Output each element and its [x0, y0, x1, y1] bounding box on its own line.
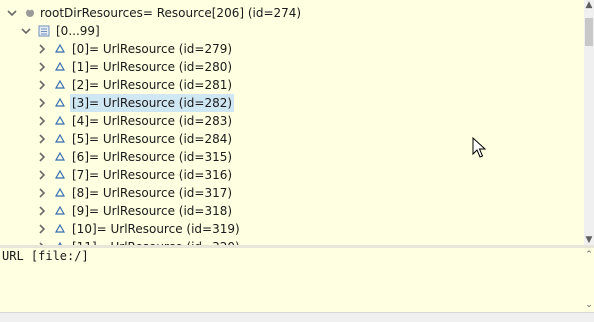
tree-item-label: [9]= UrlResource (id=318) [72, 204, 233, 218]
tree-item-row[interactable]: [2]= UrlResource (id=281) [0, 76, 584, 94]
tree-item-row[interactable]: [8]= UrlResource (id=317) [0, 184, 584, 202]
tree-item-row[interactable]: [7]= UrlResource (id=316) [0, 166, 584, 184]
triangle-icon [54, 166, 66, 184]
tree-item-label: [1]= UrlResource (id=280) [72, 60, 233, 74]
triangle-icon [54, 112, 66, 130]
triangle-icon [54, 148, 66, 166]
detail-vertical-scrollbar[interactable]: ⌃ ⌄ [584, 248, 594, 312]
field-icon [24, 4, 36, 22]
tree-item-label: [4]= UrlResource (id=283) [72, 114, 233, 128]
chevron-right-icon[interactable] [36, 202, 48, 220]
triangle-icon [54, 76, 66, 94]
triangle-icon [54, 130, 66, 148]
chevron-right-icon[interactable] [36, 112, 48, 130]
tree-item-label: [5]= UrlResource (id=284) [72, 132, 233, 146]
tree-item-label: [0]= UrlResource (id=279) [72, 42, 233, 56]
tree-label-root: rootDirResources= Resource[206] (id=274) [40, 6, 302, 20]
triangle-icon [54, 58, 66, 76]
tree-item-row[interactable]: [1]= UrlResource (id=280) [0, 58, 584, 76]
tree-row-root[interactable]: rootDirResources= Resource[206] (id=274) [0, 4, 584, 22]
detail-text[interactable]: URL [file:/] [2, 249, 89, 263]
chevron-right-icon[interactable] [36, 148, 48, 166]
chevron-right-icon[interactable] [36, 184, 48, 202]
chevron-down-icon[interactable] [20, 22, 32, 40]
chevron-right-icon[interactable] [36, 220, 48, 238]
tree-item-label: [2]= UrlResource (id=281) [72, 78, 233, 92]
chevron-right-icon[interactable] [36, 94, 48, 112]
tree-item-row[interactable]: [0]= UrlResource (id=279) [0, 40, 584, 58]
tree-item-row[interactable]: [6]= UrlResource (id=315) [0, 148, 584, 166]
triangle-icon [54, 220, 66, 238]
tree-item-row[interactable]: [10]= UrlResource (id=319) [0, 220, 584, 238]
triangle-icon [54, 94, 66, 112]
tree-item-row[interactable]: [9]= UrlResource (id=318) [0, 202, 584, 220]
scroll-down-icon[interactable]: ⌄ [584, 300, 594, 310]
tree-item-label: [10]= UrlResource (id=319) [72, 222, 240, 236]
chevron-right-icon[interactable] [36, 58, 48, 76]
chevron-right-icon[interactable] [36, 40, 48, 58]
tree-item-row[interactable]: [11]= UrlResource (id=320) [0, 238, 584, 245]
tree-item-row[interactable]: [5]= UrlResource (id=284) [0, 130, 584, 148]
tree-label-group: [0...99] [56, 24, 100, 38]
triangle-icon [54, 184, 66, 202]
scroll-up-icon[interactable]: ▲ [584, 0, 594, 10]
variables-tree[interactable]: rootDirResources= Resource[206] (id=274)… [0, 0, 584, 245]
chevron-down-icon[interactable] [6, 4, 18, 22]
chevron-right-icon[interactable] [36, 130, 48, 148]
tree-item-label: [3]= UrlResource (id=282) [70, 94, 235, 112]
tree-item-label: [11]= UrlResource (id=320) [70, 238, 242, 245]
tree-item-label: [6]= UrlResource (id=315) [72, 150, 233, 164]
triangle-icon [54, 238, 66, 245]
tree-row-group[interactable]: [0...99] [0, 22, 584, 40]
tree-vertical-scrollbar[interactable]: ▲ ▼ [584, 0, 594, 245]
chevron-right-icon[interactable] [36, 166, 48, 184]
mouse-pointer-icon [472, 136, 487, 159]
scrollbar-thumb[interactable] [585, 18, 593, 46]
chevron-right-icon[interactable] [36, 238, 48, 245]
triangle-icon [54, 40, 66, 58]
tree-item-row[interactable]: [4]= UrlResource (id=283) [0, 112, 584, 130]
scroll-down-icon[interactable]: ▼ [584, 235, 594, 245]
scroll-up-icon[interactable]: ⌃ [584, 250, 594, 260]
triangle-icon [54, 202, 66, 220]
chevron-right-icon[interactable] [36, 76, 48, 94]
tree-item-label: [8]= UrlResource (id=317) [72, 186, 233, 200]
tree-item-row[interactable]: [3]= UrlResource (id=282) [0, 94, 584, 112]
tree-item-label: [7]= UrlResource (id=316) [72, 168, 233, 182]
array-icon [38, 22, 50, 40]
detail-pane[interactable]: URL [file:/] [0, 248, 584, 312]
